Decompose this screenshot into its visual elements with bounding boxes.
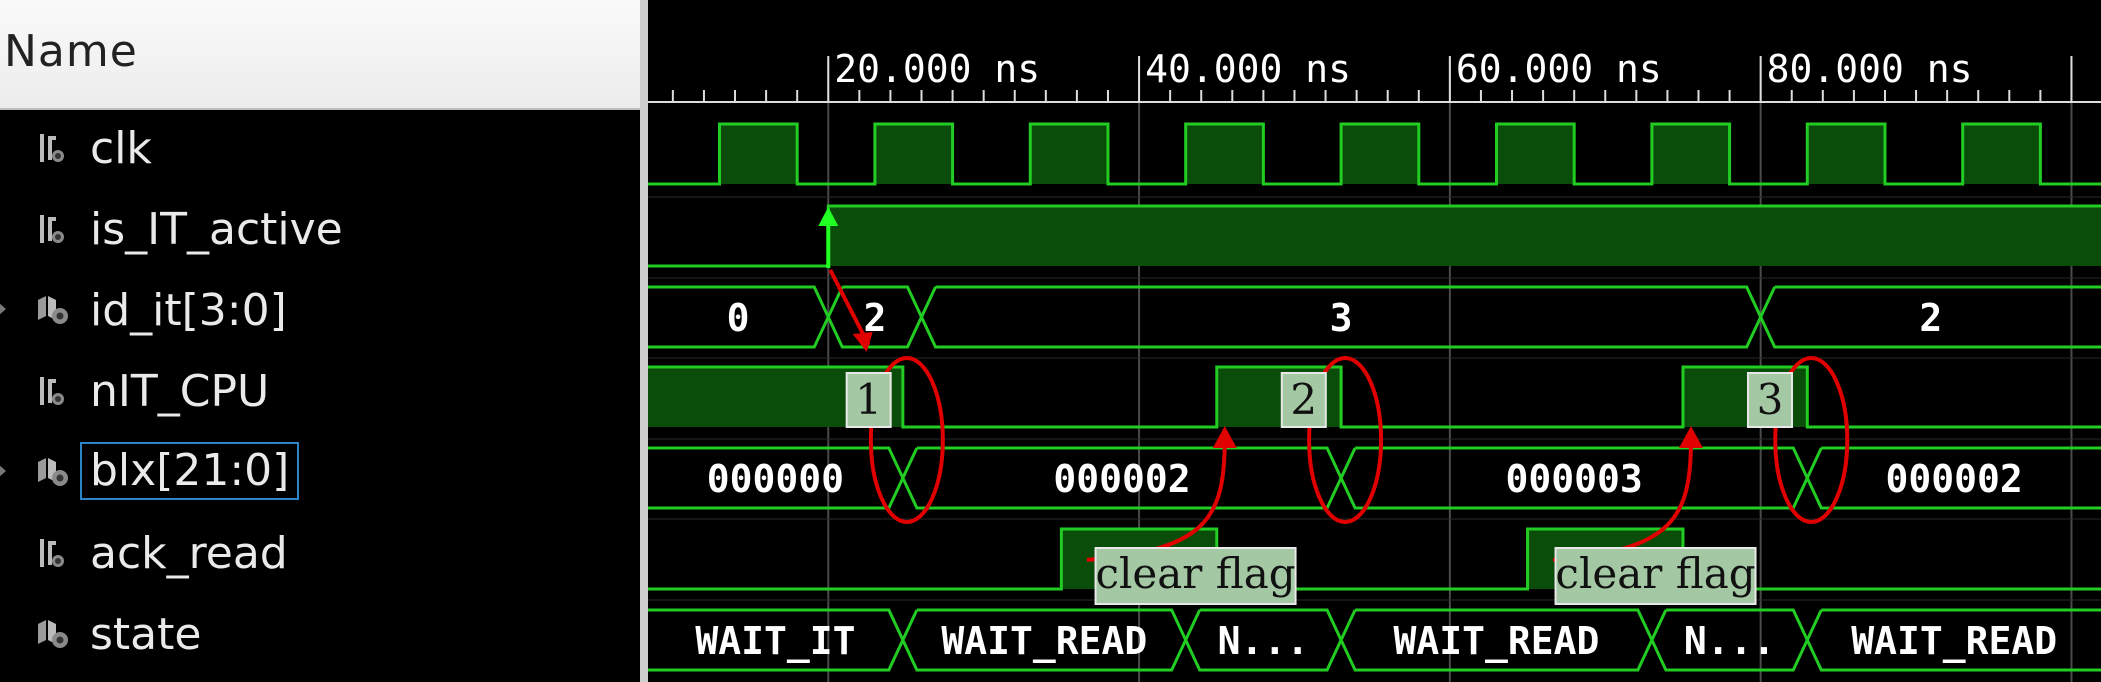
step-marker-label: 3 (1757, 375, 1784, 424)
signal-name[interactable]: is_IT_active (86, 205, 347, 255)
ruler-tick-label: 80.000 ns (1767, 47, 1973, 91)
clk-high-fill (1651, 124, 1730, 184)
signal-name[interactable]: state (86, 610, 205, 660)
clear-flag-arrow-head-icon (1678, 426, 1703, 448)
name-column-header[interactable]: Name (0, 0, 640, 110)
signal-row[interactable]: id_it[3:0] (0, 270, 640, 351)
id-it-value-label: 0 (727, 296, 750, 340)
is-it-active-high-fill (828, 206, 2101, 266)
bit-signal-icon (34, 126, 78, 170)
clear-flag-label: clear flag (1095, 549, 1295, 598)
signal-name[interactable]: clk (86, 124, 156, 174)
blx-value-label: 000000 (707, 457, 844, 501)
ruler-tick-label: 60.000 ns (1456, 47, 1662, 91)
signal-row[interactable]: nIT_CPU (0, 351, 640, 432)
clk-high-fill (874, 124, 953, 184)
state-value-label: WAIT_READ (941, 619, 1147, 663)
clear-flag-arrow-head-icon (1212, 426, 1237, 448)
ruler-tick-label: 40.000 ns (1145, 47, 1351, 91)
signal-name[interactable]: blx[21:0] (80, 442, 300, 500)
clk-high-fill (1807, 124, 1885, 184)
bus-signal-icon (34, 612, 78, 656)
bit-signal-icon (34, 531, 78, 575)
panel-splitter[interactable] (640, 0, 648, 682)
signal-row[interactable]: is_IT_active (0, 189, 640, 270)
clk-high-fill (1496, 124, 1575, 184)
blx-value-label: 000002 (1886, 457, 2023, 501)
blx-value-label: 000003 (1506, 457, 1643, 501)
name-column-title: Name (4, 26, 138, 77)
state-value-label: N... (1218, 619, 1310, 663)
bit-signal-icon (34, 369, 78, 413)
signal-row[interactable]: blx[21:0] (0, 432, 640, 513)
signal-name-panel: Name clk is_IT_active id_it[3:0] nIT_CPUblx… (0, 0, 640, 682)
state-value-label: N... (1684, 619, 1776, 663)
clk-high-fill (1962, 124, 2041, 184)
expand-arrow-icon[interactable] (0, 296, 8, 322)
state-value-label: WAIT_READ (1851, 619, 2057, 663)
clk-high-fill (719, 124, 798, 184)
signal-name[interactable]: nIT_CPU (86, 367, 273, 417)
expand-arrow-icon[interactable] (0, 458, 8, 484)
ack-read-trace (648, 527, 2101, 591)
step-marker-label: 2 (1290, 375, 1317, 424)
causal-arrow-head-icon (852, 332, 873, 352)
signal-row[interactable]: clk (0, 108, 640, 189)
clk-high-fill (1185, 124, 1264, 184)
signal-row[interactable]: ack_read (0, 513, 640, 594)
signal-name[interactable]: id_it[3:0] (86, 286, 291, 336)
blx-value-label: 000002 (1053, 457, 1190, 501)
clear-flag-label: clear flag (1555, 549, 1755, 598)
clk-high-fill (1030, 124, 1108, 184)
state-value-label: WAIT_READ (1394, 619, 1600, 663)
signal-row[interactable]: state (0, 594, 640, 675)
bit-signal-icon (34, 207, 78, 251)
clk-high-fill (1341, 124, 1419, 184)
step-marker-label: 1 (855, 375, 882, 424)
bus-signal-icon (34, 450, 78, 494)
signal-name[interactable]: ack_read (86, 529, 292, 579)
id-it-value-label: 2 (1919, 296, 1942, 340)
waveform-canvas[interactable]: 20.000 ns 40.000 ns 60.000 ns 80.000 ns 023… (648, 0, 2101, 682)
state-value-label: WAIT_IT (695, 619, 855, 663)
bus-signal-icon (34, 288, 78, 332)
ruler-tick-label: 20.000 ns (834, 47, 1040, 91)
id-it-value-label: 3 (1330, 296, 1353, 340)
